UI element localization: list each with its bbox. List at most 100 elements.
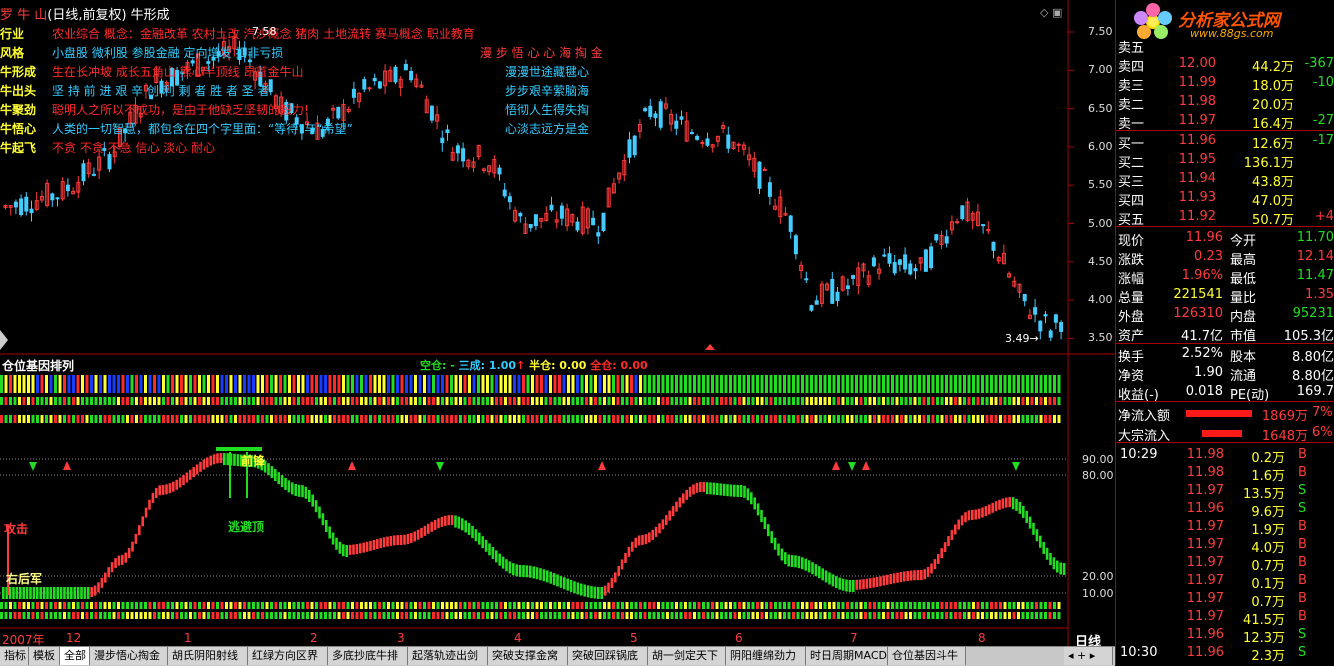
tick-row[interactable]: 11.97 4.0万 B bbox=[1116, 536, 1334, 556]
gene-bar bbox=[1039, 375, 1043, 393]
stat-row[interactable]: 资产 41.7亿 市值 105.3亿 bbox=[1116, 324, 1334, 344]
oscillator-bar bbox=[464, 520, 467, 533]
candle-body bbox=[689, 131, 694, 134]
stat-row[interactable]: 现价 11.96 今开 11.70 bbox=[1116, 229, 1334, 249]
time-axis-label: 6 bbox=[735, 631, 743, 645]
gene-bar-bottom bbox=[882, 612, 885, 619]
tick-row[interactable]: 10:29 11.98 0.2万 B bbox=[1116, 446, 1334, 466]
gene-bar-bottom bbox=[90, 612, 93, 619]
tab-8[interactable]: 突破支撑金窝 bbox=[488, 647, 568, 665]
gene-bar bbox=[796, 415, 800, 423]
tab-10[interactable]: 胡一剑定天下 bbox=[648, 647, 726, 665]
legend-full: 全仓: 0.00 bbox=[590, 359, 648, 372]
stat-row[interactable]: 涨跌 0.23 最高 12.14 bbox=[1116, 248, 1334, 268]
tick-row[interactable]: 11.98 1.6万 B bbox=[1116, 464, 1334, 484]
candle-body bbox=[757, 161, 762, 189]
gene-bar-bottom bbox=[396, 612, 399, 619]
gene-bar bbox=[702, 397, 705, 405]
gene-bar-bottom bbox=[693, 612, 696, 619]
tick-row[interactable]: 11.97 41.5万 B bbox=[1116, 608, 1334, 628]
stat-row[interactable]: 涨幅 1.96% 最低 11.47 bbox=[1116, 267, 1334, 287]
tick-scrollbar[interactable] bbox=[1321, 445, 1333, 645]
oscillator-bar bbox=[114, 558, 117, 569]
sell-row[interactable]: 卖二 11.98 20.0万 bbox=[1116, 93, 1334, 113]
tick-row[interactable]: 11.96 12.3万 S bbox=[1116, 626, 1334, 646]
tick-row[interactable]: 11.97 1.9万 B bbox=[1116, 518, 1334, 538]
tab-9[interactable]: 突破回踩锅底 bbox=[568, 647, 648, 665]
gene-bar bbox=[805, 375, 809, 393]
oscillator-bar bbox=[66, 587, 70, 599]
tab-12[interactable]: 时日周期MACD bbox=[806, 647, 888, 665]
stat-row[interactable]: 总量 221541 量比 1.35 bbox=[1116, 286, 1334, 306]
stat-row[interactable]: 收益(-) 0.018 PE(动) 169.7 bbox=[1116, 383, 1334, 403]
buy-row[interactable]: 买二 11.95 136.1万 bbox=[1116, 151, 1334, 171]
tick-row[interactable]: 11.97 0.1万 B bbox=[1116, 572, 1334, 592]
gene-bar bbox=[391, 397, 395, 405]
low-price-marker: 3.49→ bbox=[1005, 332, 1039, 345]
sell-row[interactable]: 卖三 11.99 18.0万 -10 bbox=[1116, 74, 1334, 94]
gene-bar bbox=[337, 375, 341, 393]
tick-row[interactable]: 11.97 0.7万 B bbox=[1116, 590, 1334, 610]
tab-11[interactable]: 阴阳缠绵劲力 bbox=[726, 647, 806, 665]
tab-3[interactable]: 漫步悟心掏金 bbox=[90, 647, 168, 665]
tab-4[interactable]: 胡氏阴阳射线 bbox=[168, 647, 248, 665]
gene-bar bbox=[315, 397, 318, 405]
gene-bar-bottom bbox=[909, 602, 912, 609]
stat-value: 221541 bbox=[1173, 287, 1223, 302]
oscillator-bar bbox=[284, 477, 287, 490]
buy-row[interactable]: 买四 11.93 47.0万 bbox=[1116, 189, 1334, 209]
tab-5[interactable]: 红绿方向区界 bbox=[248, 647, 328, 665]
tick-row[interactable]: 11.96 9.6万 S bbox=[1116, 500, 1334, 520]
gene-bar-bottom bbox=[630, 602, 633, 609]
tab-2[interactable]: 全部 bbox=[60, 647, 90, 665]
tab-13[interactable]: 仓位基因斗牛 bbox=[888, 647, 966, 665]
sell-row[interactable]: 卖五 bbox=[1116, 36, 1334, 56]
buy-row[interactable]: 买五 11.92 50.7万 +4 bbox=[1116, 208, 1334, 228]
tab-6[interactable]: 多底抄底牛排 bbox=[328, 647, 408, 665]
info-row: 牛出头坚 持 前 进 艰 辛 创 利 剩 者 胜 者 圣 者 bbox=[0, 82, 270, 99]
stat-row[interactable]: 外盘 126310 内盘 95231 bbox=[1116, 305, 1334, 325]
buy-row[interactable]: 买三 11.94 43.8万 bbox=[1116, 170, 1334, 190]
gene-bar bbox=[211, 397, 215, 405]
info-verse: 漫漫世途藏毽心 bbox=[505, 65, 590, 79]
stat-row[interactable]: 换手 2.52% 股本 8.80亿 bbox=[1116, 345, 1334, 365]
gene-bar bbox=[603, 375, 606, 393]
oscillator-bar bbox=[195, 464, 199, 475]
candle-body bbox=[409, 70, 414, 81]
gene-bar bbox=[369, 397, 372, 405]
gene-bar bbox=[751, 397, 755, 405]
tick-row[interactable]: 11.97 13.5万 S bbox=[1116, 482, 1334, 502]
sell-row[interactable]: 卖四 12.00 44.2万 -367 bbox=[1116, 55, 1334, 75]
tab-1[interactable]: 模板 bbox=[29, 647, 60, 665]
gene-bar bbox=[549, 415, 552, 423]
tab-7[interactable]: 起落轨迹出剑 bbox=[408, 647, 488, 665]
tab-0[interactable]: 指标 bbox=[0, 647, 29, 665]
price-axis-label: 4.50 bbox=[1088, 254, 1113, 268]
gene-bar-bottom bbox=[576, 602, 579, 609]
gene-bar bbox=[256, 397, 260, 405]
oscillator-bar bbox=[991, 502, 994, 513]
gene-bar bbox=[126, 375, 129, 393]
gene-bar-bottom bbox=[310, 602, 314, 609]
order-volume: 136.1万 bbox=[1243, 156, 1294, 171]
oscillator-bar bbox=[1005, 497, 1008, 508]
tick-row[interactable]: 10:30 11.96 2.3万 S bbox=[1116, 644, 1334, 664]
buy-row[interactable]: 买一 11.96 12.6万 -17 bbox=[1116, 132, 1334, 152]
gene-bar bbox=[157, 375, 161, 393]
gene-bar bbox=[675, 415, 678, 423]
stat-row[interactable]: 净资 1.90 流通 8.80亿 bbox=[1116, 364, 1334, 384]
window-controls[interactable]: ◇ ▣ bbox=[1040, 6, 1062, 19]
sell-row[interactable]: 卖一 11.97 16.4万 -27 bbox=[1116, 112, 1334, 132]
gene-bar-bottom bbox=[828, 612, 831, 619]
tick-row[interactable]: 11.97 0.7万 B bbox=[1116, 554, 1334, 574]
gene-bar-bottom bbox=[913, 602, 917, 609]
gene-bar-bottom bbox=[846, 602, 849, 609]
oscillator-bar bbox=[1032, 522, 1035, 535]
gene-bar-bottom bbox=[220, 612, 224, 619]
tab-scroll-arrows[interactable]: ◂ + ▸ bbox=[1064, 647, 1113, 665]
gene-bar bbox=[981, 415, 984, 423]
gene-bar bbox=[193, 397, 197, 405]
gene-bar-bottom bbox=[351, 602, 354, 609]
gene-bar bbox=[409, 415, 413, 423]
gene-bar bbox=[346, 397, 350, 405]
